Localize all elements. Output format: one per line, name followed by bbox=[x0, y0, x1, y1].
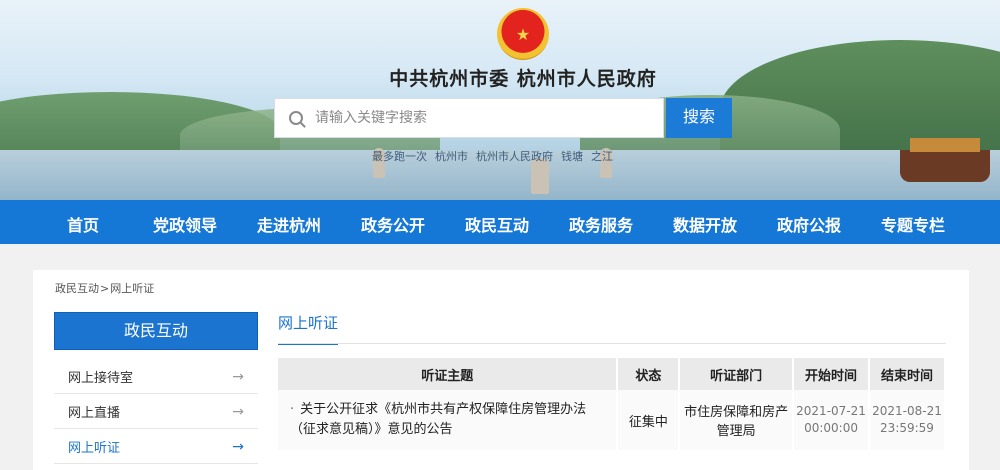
hearing-department: 市住房保障和房产管理局 bbox=[679, 390, 795, 450]
hearing-end-time: 2021-08-21 23:59:59 bbox=[869, 390, 946, 450]
national-emblem-icon: ★ bbox=[497, 8, 549, 60]
end-date: 2021-08-21 bbox=[872, 404, 942, 418]
breadcrumb-parent[interactable]: 政民互动 bbox=[55, 282, 99, 295]
sidebar-item-label: 网上听证 bbox=[68, 441, 121, 456]
site-title: 中共杭州市委 杭州市人民政府 bbox=[389, 68, 657, 90]
end-clock: 23:59:59 bbox=[880, 421, 934, 435]
hot-keywords: 最多跑一次 杭州市 杭州市人民政府 钱塘 之江 bbox=[372, 148, 613, 164]
header-banner: ★ 中共杭州市委 杭州市人民政府 搜索 最多跑一次 杭州市 杭州市人民政府 钱塘… bbox=[0, 0, 1000, 200]
nav-item-home[interactable]: 首页 bbox=[67, 212, 99, 236]
search-input[interactable] bbox=[315, 110, 635, 126]
sidebar-menu: 网上接待室 → 网上直播 → 网上听证 → bbox=[54, 360, 258, 465]
nav-item-gazette[interactable]: 政府公报 bbox=[777, 212, 841, 236]
sidebar-item-label: 网上接待室 bbox=[68, 371, 134, 386]
column-header-end-time: 结束时间 bbox=[869, 358, 946, 390]
nav-item-interaction[interactable]: 政民互动 bbox=[465, 212, 529, 236]
hearing-start-time: 2021-07-21 00:00:00 bbox=[793, 390, 871, 450]
hot-keyword[interactable]: 杭州市 bbox=[435, 148, 468, 164]
arrow-right-icon: → bbox=[232, 403, 244, 420]
hot-keyword[interactable]: 钱塘 bbox=[561, 148, 583, 164]
nav-item-open-data[interactable]: 数据开放 bbox=[673, 212, 737, 236]
column-header-topic: 听证主题 bbox=[278, 358, 619, 390]
content-panel: 政民互动>网上听证 政民互动 网上接待室 → 网上直播 → 网上听证 → 网上听… bbox=[33, 270, 969, 470]
sidebar-item-hearing[interactable]: 网上听证 → bbox=[54, 430, 258, 464]
nav-item-special-topics[interactable]: 专题专栏 bbox=[881, 212, 945, 236]
breadcrumb: 政民互动>网上听证 bbox=[55, 280, 154, 296]
column-header-status: 状态 bbox=[617, 358, 681, 390]
table-row[interactable]: · 关于公开征求《杭州市共有产权保障住房管理办法（征求意见稿）》意见的公告 征集中… bbox=[278, 390, 946, 450]
bullet-icon: · bbox=[290, 402, 295, 417]
page-title: 网上听证 bbox=[278, 312, 339, 345]
breadcrumb-current[interactable]: 网上听证 bbox=[110, 282, 154, 295]
nav-item-gov-disclosure[interactable]: 政务公开 bbox=[361, 212, 425, 236]
arrow-right-icon: → bbox=[232, 368, 244, 385]
hot-keyword[interactable]: 最多跑一次 bbox=[372, 148, 427, 164]
start-clock: 00:00:00 bbox=[804, 421, 858, 435]
main-nav: 首页 党政领导 走进杭州 政务公开 政民互动 政务服务 数据开放 政府公报 专题… bbox=[0, 200, 1000, 244]
breadcrumb-separator: > bbox=[100, 282, 110, 295]
hearing-topic-link[interactable]: 关于公开征求《杭州市共有产权保障住房管理办法（征求意见稿）》意见的公告 bbox=[290, 402, 586, 437]
hot-keyword[interactable]: 之江 bbox=[591, 148, 613, 164]
sidebar-item-label: 网上直播 bbox=[68, 406, 121, 421]
column-header-start-time: 开始时间 bbox=[793, 358, 871, 390]
table-header-row: 听证主题 状态 听证部门 开始时间 结束时间 bbox=[278, 358, 946, 390]
nav-item-services[interactable]: 政务服务 bbox=[569, 212, 633, 236]
arrow-right-icon: → bbox=[232, 438, 244, 455]
emblem-star: ★ bbox=[515, 24, 531, 44]
hearing-status: 征集中 bbox=[617, 390, 681, 450]
sidebar-item-live[interactable]: 网上直播 → bbox=[54, 395, 258, 429]
search-icon bbox=[289, 111, 303, 125]
hot-keyword[interactable]: 杭州市人民政府 bbox=[476, 148, 553, 164]
sidebar-title: 政民互动 bbox=[54, 312, 258, 350]
search-box[interactable] bbox=[274, 98, 664, 138]
search-button[interactable]: 搜索 bbox=[666, 98, 732, 138]
nav-item-about-hangzhou[interactable]: 走进杭州 bbox=[257, 212, 321, 236]
hearing-topic-cell[interactable]: · 关于公开征求《杭州市共有产权保障住房管理办法（征求意见稿）》意见的公告 bbox=[278, 390, 619, 450]
boat-image bbox=[900, 138, 990, 182]
hearing-table: 听证主题 状态 听证部门 开始时间 结束时间 · 关于公开征求《杭州市共有产权保障… bbox=[278, 358, 946, 450]
title-divider bbox=[278, 343, 946, 344]
column-header-department: 听证部门 bbox=[679, 358, 795, 390]
nav-item-leadership[interactable]: 党政领导 bbox=[153, 212, 217, 236]
start-date: 2021-07-21 bbox=[796, 404, 866, 418]
sidebar-item-reception[interactable]: 网上接待室 → bbox=[54, 360, 258, 394]
